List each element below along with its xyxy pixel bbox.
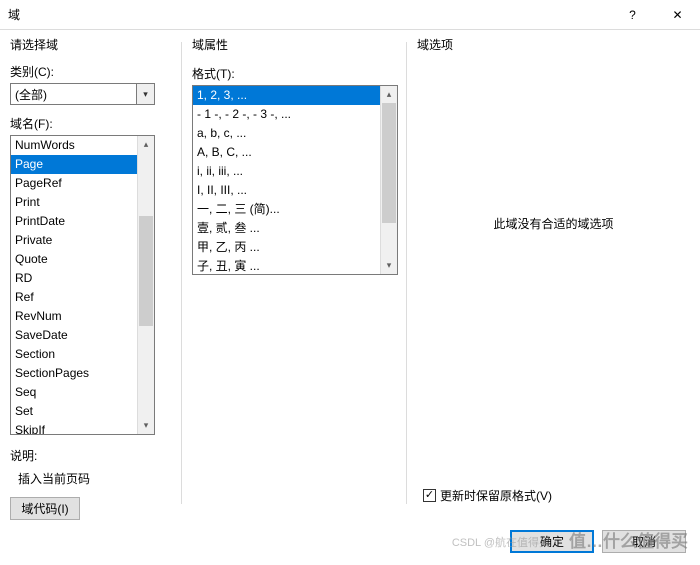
chevron-down-icon[interactable]: ▾ xyxy=(136,84,154,104)
dialog-footer: 确定 取消 xyxy=(510,530,686,553)
description-text: 插入当前页码 xyxy=(10,464,172,497)
scrollbar[interactable]: ▴ ▾ xyxy=(137,136,154,434)
field-properties-panel: 域属性 格式(T): 1, 2, 3, ...- 1 -, - 2 -, - 3… xyxy=(182,30,407,510)
fieldname-label: 域名(F): xyxy=(10,115,172,132)
list-item[interactable]: 1, 2, 3, ... xyxy=(193,86,380,105)
list-item[interactable]: I, II, III, ... xyxy=(193,181,380,200)
scroll-up-icon[interactable]: ▴ xyxy=(381,86,397,103)
format-listbox[interactable]: 1, 2, 3, ...- 1 -, - 2 -, - 3 -, ...a, b… xyxy=(192,85,398,275)
preserve-format-label: 更新时保留原格式(V) xyxy=(440,487,552,504)
list-item[interactable]: Quote xyxy=(11,250,137,269)
preserve-format-checkbox[interactable]: ✓ xyxy=(423,489,436,502)
list-item[interactable]: Ref xyxy=(11,288,137,307)
list-item[interactable]: Section xyxy=(11,345,137,364)
list-item[interactable]: 子, 丑, 寅 ... xyxy=(193,257,380,275)
list-item[interactable]: RevNum xyxy=(11,307,137,326)
list-item[interactable]: a, b, c, ... xyxy=(193,124,380,143)
list-item[interactable]: 甲, 乙, 丙 ... xyxy=(193,238,380,257)
list-item[interactable]: Page xyxy=(11,155,137,174)
list-item[interactable]: SkipIf xyxy=(11,421,137,434)
field-properties-heading: 域属性 xyxy=(192,36,397,53)
category-value: (全部) xyxy=(11,86,136,103)
select-field-heading: 请选择域 xyxy=(10,36,172,53)
list-item[interactable]: A, B, C, ... xyxy=(193,143,380,162)
field-options-panel: 域选项 此域没有合适的域选项 ✓ 更新时保留原格式(V) xyxy=(407,30,700,510)
help-button[interactable]: ? xyxy=(610,0,655,30)
list-item[interactable]: PrintDate xyxy=(11,212,137,231)
no-options-message: 此域没有合适的域选项 xyxy=(417,215,690,232)
fieldcode-button-row: 域代码(I) xyxy=(10,497,172,520)
list-item[interactable]: PageRef xyxy=(11,174,137,193)
list-item[interactable]: Private xyxy=(11,231,137,250)
scroll-down-icon[interactable]: ▾ xyxy=(381,257,397,274)
scroll-thumb[interactable] xyxy=(382,103,396,223)
ok-button[interactable]: 确定 xyxy=(510,530,594,553)
description-block: 说明: 插入当前页码 xyxy=(10,447,172,497)
titlebar: 域 ? ✕ xyxy=(0,0,700,30)
select-field-panel: 请选择域 类别(C): (全部) ▾ 域名(F): NumWordsPagePa… xyxy=(0,30,182,510)
list-item[interactable]: 壹, 贰, 叁 ... xyxy=(193,219,380,238)
scroll-down-icon[interactable]: ▾ xyxy=(138,417,154,434)
list-item[interactable]: NumWords xyxy=(11,136,137,155)
category-label: 类别(C): xyxy=(10,63,172,80)
field-options-heading: 域选项 xyxy=(417,36,690,53)
field-codes-button[interactable]: 域代码(I) xyxy=(10,497,80,520)
category-combo[interactable]: (全部) ▾ xyxy=(10,83,155,105)
list-item[interactable]: Set xyxy=(11,402,137,421)
window-title: 域 xyxy=(8,6,610,23)
scrollbar[interactable]: ▴ ▾ xyxy=(380,86,397,274)
list-item[interactable]: SectionPages xyxy=(11,364,137,383)
list-item[interactable]: - 1 -, - 2 -, - 3 -, ... xyxy=(193,105,380,124)
cancel-button[interactable]: 取消 xyxy=(602,530,686,553)
list-item[interactable]: RD xyxy=(11,269,137,288)
format-label: 格式(T): xyxy=(192,65,397,82)
description-label: 说明: xyxy=(10,447,172,464)
list-item[interactable]: Seq xyxy=(11,383,137,402)
dialog-body: 请选择域 类别(C): (全部) ▾ 域名(F): NumWordsPagePa… xyxy=(0,30,700,510)
scroll-up-icon[interactable]: ▴ xyxy=(138,136,154,153)
close-button[interactable]: ✕ xyxy=(655,0,700,30)
list-item[interactable]: Print xyxy=(11,193,137,212)
list-item[interactable]: 一, 二, 三 (简)... xyxy=(193,200,380,219)
list-item[interactable]: SaveDate xyxy=(11,326,137,345)
fieldname-listbox[interactable]: NumWordsPagePageRefPrintPrintDatePrivate… xyxy=(10,135,155,435)
scroll-thumb[interactable] xyxy=(139,216,153,326)
preserve-format-row[interactable]: ✓ 更新时保留原格式(V) xyxy=(423,487,552,504)
list-item[interactable]: i, ii, iii, ... xyxy=(193,162,380,181)
